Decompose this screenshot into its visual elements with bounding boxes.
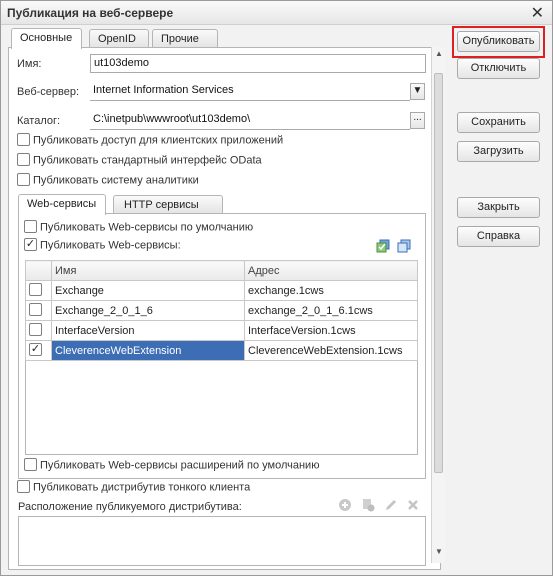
checkbox-label: Публиковать стандартный интерфейс OData [33, 154, 262, 167]
edit-icon[interactable] [384, 498, 398, 512]
row-check-cell[interactable] [25, 320, 52, 341]
scroll-down-icon[interactable]: ▼ [433, 547, 445, 559]
check-all-icon[interactable] [376, 239, 390, 253]
copy-icon[interactable] [361, 498, 375, 512]
close-icon[interactable]: ✕ [531, 3, 544, 22]
row-check-cell[interactable] [25, 280, 52, 301]
checkbox[interactable] [17, 480, 30, 493]
tab-http-services[interactable]: HTTP сервисы [113, 195, 223, 214]
table-header-row: Имя Адрес [25, 260, 418, 281]
add-icon[interactable] [338, 498, 352, 512]
check-thin-client[interactable]: Публиковать дистрибутив тонкого клиента [17, 480, 251, 497]
column-header-address[interactable]: Адрес [244, 260, 418, 281]
row-address[interactable]: CleverenceWebExtension.1cws [244, 340, 418, 361]
checkbox[interactable]: ✓ [24, 238, 37, 251]
checkbox[interactable] [29, 303, 42, 316]
row-check-cell[interactable] [25, 300, 52, 321]
table-row[interactable]: Exchange_2_0_1_6 exchange_2_0_1_6.1cws [25, 300, 418, 321]
check-ws-default[interactable]: Публиковать Web-сервисы по умолчанию [24, 220, 254, 237]
chevron-down-icon[interactable]: ▼ [410, 83, 425, 100]
scroll-up-icon[interactable]: ▲ [433, 49, 445, 61]
ws-table: Имя Адрес Exchange exchange.1cws Exchang… [25, 260, 418, 361]
row-name[interactable]: CleverenceWebExtension [51, 340, 245, 361]
main-tabs: Основные OpenID Прочие [11, 28, 311, 49]
disable-button[interactable]: Отключить [457, 58, 540, 79]
catalog-field[interactable]: C:\inetpub\wwwroot\ut103demo\ [90, 111, 410, 130]
delete-icon[interactable] [406, 498, 420, 512]
table-row[interactable]: InterfaceVersion InterfaceVersion.1cws [25, 320, 418, 341]
publish-button[interactable]: Опубликовать [457, 31, 540, 52]
checkbox-label: Публиковать Web-сервисы по умолчанию [40, 221, 254, 234]
row-address[interactable]: exchange.1cws [244, 280, 418, 301]
help-button[interactable]: Справка [457, 226, 540, 247]
name-field[interactable]: ut103demo [90, 54, 426, 73]
service-tabs: Web-сервисы HTTP сервисы [18, 194, 318, 215]
checkbox[interactable] [17, 153, 30, 166]
table-row-selected[interactable]: ✓ CleverenceWebExtension CleverenceWebEx… [25, 340, 418, 361]
table-row[interactable]: Exchange exchange.1cws [25, 280, 418, 301]
checkbox[interactable] [24, 220, 37, 233]
tab-main[interactable]: Основные [11, 28, 82, 49]
distr-location-field[interactable] [18, 516, 426, 566]
checkbox[interactable] [17, 133, 30, 146]
column-header-check[interactable] [25, 260, 52, 281]
checkbox-label: Публиковать систему аналитики [33, 174, 199, 187]
title-bar: Публикация на веб-сервере ✕ [1, 1, 552, 25]
scroll-thumb[interactable] [434, 73, 443, 473]
checkbox-label: Публиковать Web-сервисы расширений по ум… [40, 459, 320, 472]
check-client-access[interactable]: Публиковать доступ для клиентских прилож… [17, 133, 284, 150]
checkbox[interactable] [17, 173, 30, 186]
checkbox[interactable] [29, 283, 42, 296]
close-button[interactable]: Закрыть [457, 197, 540, 218]
server-select[interactable]: Internet Information Services [90, 82, 410, 101]
tab-web-services[interactable]: Web-сервисы [18, 194, 106, 215]
row-name[interactable]: InterfaceVersion [51, 320, 245, 341]
load-button[interactable]: Загрузить [457, 141, 540, 162]
row-check-cell[interactable]: ✓ [25, 340, 52, 361]
checkbox-label: Публиковать дистрибутив тонкого клиента [33, 481, 251, 494]
catalog-label: Каталог: [17, 115, 61, 127]
checkbox[interactable] [29, 323, 42, 336]
check-analytics[interactable]: Публиковать систему аналитики [17, 173, 199, 190]
check-odata[interactable]: Публиковать стандартный интерфейс OData [17, 153, 262, 170]
server-label: Веб-сервер: [17, 86, 80, 98]
tab-openid[interactable]: OpenID [89, 29, 149, 48]
check-ws-publish[interactable]: ✓ Публиковать Web-сервисы: [24, 238, 181, 255]
save-button[interactable]: Сохранить [457, 112, 540, 133]
main-scrollbar[interactable]: ▲ ▼ [431, 47, 445, 563]
window-title: Публикация на веб-сервере [7, 6, 174, 20]
name-label: Имя: [17, 58, 42, 70]
publish-window: Публикация на веб-сервере ✕ Основные Ope… [0, 0, 553, 576]
row-name[interactable]: Exchange [51, 280, 245, 301]
uncheck-all-icon[interactable] [397, 239, 411, 253]
row-address[interactable]: InterfaceVersion.1cws [244, 320, 418, 341]
row-name[interactable]: Exchange_2_0_1_6 [51, 300, 245, 321]
check-ws-extensions[interactable]: Публиковать Web-сервисы расширений по ум… [24, 458, 320, 475]
column-header-name[interactable]: Имя [51, 260, 245, 281]
checkbox-label: Публиковать доступ для клиентских прилож… [33, 134, 284, 147]
distr-label: Расположение публикуемого дистрибутива: [18, 501, 242, 513]
row-address[interactable]: exchange_2_0_1_6.1cws [244, 300, 418, 321]
checkbox[interactable] [24, 458, 37, 471]
checkbox-label: Публиковать Web-сервисы: [40, 239, 181, 252]
browse-button[interactable]: ... [410, 112, 425, 129]
tab-other[interactable]: Прочие [152, 29, 218, 48]
checkbox[interactable]: ✓ [29, 343, 42, 356]
